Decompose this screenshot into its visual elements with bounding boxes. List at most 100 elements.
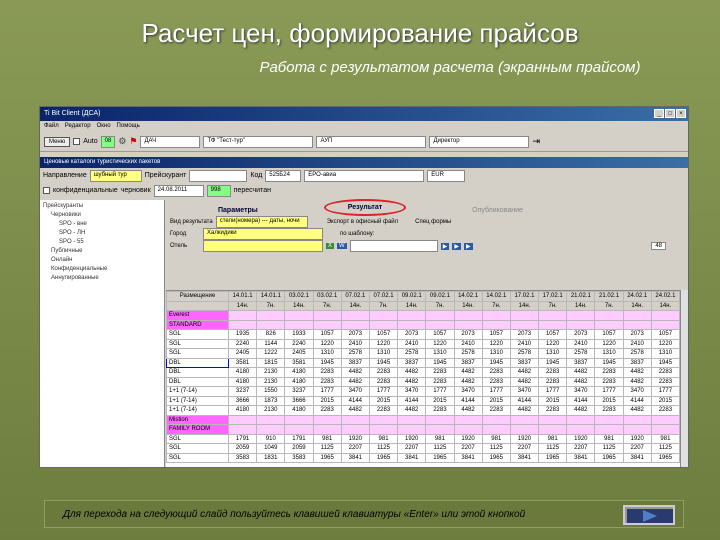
city-field[interactable]: Халкидики xyxy=(203,228,323,240)
table-cell[interactable]: 1144 xyxy=(256,338,286,349)
table-cell[interactable]: 2073 xyxy=(340,329,370,340)
table-cell[interactable]: 2578 xyxy=(566,348,596,359)
currency-field[interactable]: EUR xyxy=(427,169,466,182)
table-cell[interactable]: 3841 xyxy=(340,452,370,463)
table-cell[interactable]: 2283 xyxy=(425,376,455,387)
table-cell[interactable] xyxy=(566,310,596,321)
table-cell[interactable] xyxy=(425,414,455,425)
table-cell[interactable]: 1777 xyxy=(425,386,455,397)
table-cell[interactable]: 1945 xyxy=(425,357,455,368)
column-header-date[interactable]: 14.01.1 xyxy=(227,291,258,302)
table-cell[interactable]: 1945 xyxy=(481,357,511,368)
table-cell[interactable]: 1057 xyxy=(650,329,680,340)
section-row[interactable]: Everest xyxy=(166,310,680,321)
table-cell[interactable]: 4482 xyxy=(509,367,540,378)
table-cell[interactable]: 2405 xyxy=(227,348,258,359)
table-cell[interactable]: 1777 xyxy=(481,386,511,397)
table-cell[interactable]: 2073 xyxy=(509,329,540,340)
table-row[interactable]: SGL 1791 910 1791 981 1920 981 1920 981 1920 981 19… xyxy=(166,433,680,444)
table-cell[interactable] xyxy=(509,310,540,321)
table-row[interactable]: DBL 4180 2130 4180 2283 4482 2283 4482 2283 4482 2… xyxy=(166,367,680,378)
table-cell[interactable] xyxy=(312,310,342,321)
table-cell[interactable]: 2410 xyxy=(340,338,370,349)
table-cell[interactable] xyxy=(368,310,399,321)
table-cell[interactable]: 4482 xyxy=(622,376,652,387)
table-cell[interactable]: 4482 xyxy=(340,367,370,378)
table-cell[interactable]: 1125 xyxy=(481,443,511,454)
table-cell[interactable] xyxy=(650,424,680,435)
table-cell[interactable]: 3583 xyxy=(284,452,314,463)
table-row[interactable]: SGL 2405 1222 2405 1310 2578 1310 2578 1310 2578 1… xyxy=(166,348,680,359)
table-cell[interactable]: 2283 xyxy=(368,405,399,416)
section-row[interactable]: STANDARD xyxy=(166,319,680,330)
column-header-date[interactable]: 14.02.1 xyxy=(481,291,511,302)
table-cell[interactable]: 2130 xyxy=(256,405,286,416)
table-cell[interactable]: 1945 xyxy=(312,357,342,368)
table-cell[interactable]: 4180 xyxy=(227,367,258,378)
price-field[interactable] xyxy=(189,169,248,182)
column-header-date[interactable]: 21.02.1 xyxy=(594,291,624,302)
table-cell[interactable] xyxy=(227,310,258,321)
table-cell[interactable] xyxy=(312,414,342,425)
gear-icon[interactable]: ⚙ xyxy=(118,136,126,147)
table-cell[interactable]: 2410 xyxy=(509,338,540,349)
table-cell[interactable]: 2578 xyxy=(397,348,427,359)
table-cell[interactable]: 4482 xyxy=(622,367,652,378)
table-cell[interactable]: 4144 xyxy=(622,395,652,406)
table-cell[interactable] xyxy=(453,319,483,330)
table-cell[interactable]: 1310 xyxy=(538,348,568,359)
table-cell[interactable]: 1310 xyxy=(594,348,624,359)
column-header-date[interactable]: 21.02.1 xyxy=(566,291,596,302)
table-cell[interactable]: 1125 xyxy=(425,443,455,454)
table-cell[interactable] xyxy=(397,310,427,321)
tab-parameters[interactable]: Параметры xyxy=(202,205,274,216)
column-header-date[interactable]: 14.02.1 xyxy=(453,291,483,302)
table-cell[interactable]: 2283 xyxy=(481,376,511,387)
table-cell[interactable]: 2578 xyxy=(622,348,652,359)
table-cell[interactable]: 2283 xyxy=(650,367,680,378)
table-cell[interactable]: 2283 xyxy=(538,376,568,387)
table-cell[interactable]: 1057 xyxy=(538,329,568,340)
table-cell[interactable]: 1125 xyxy=(368,443,399,454)
table-cell[interactable]: 2283 xyxy=(594,376,624,387)
table-cell[interactable] xyxy=(481,310,511,321)
table-cell[interactable]: 2073 xyxy=(622,329,652,340)
table-cell[interactable]: 2207 xyxy=(340,443,370,454)
table-cell[interactable]: 2015 xyxy=(481,395,511,406)
table-cell[interactable]: 3666 xyxy=(284,395,314,406)
table-cell[interactable] xyxy=(594,319,624,330)
table-cell[interactable]: 2283 xyxy=(425,367,455,378)
table-cell[interactable]: 4144 xyxy=(397,395,427,406)
table-cell[interactable]: 2207 xyxy=(566,443,596,454)
table-cell[interactable]: 3583 xyxy=(227,452,258,463)
table-cell[interactable]: 2015 xyxy=(368,395,399,406)
table-cell[interactable]: 4482 xyxy=(566,376,596,387)
menu-file[interactable]: Файл xyxy=(44,123,59,130)
table-cell[interactable]: 1057 xyxy=(594,329,624,340)
table-cell[interactable]: 2578 xyxy=(340,348,370,359)
table-cell[interactable]: 2015 xyxy=(425,395,455,406)
table-cell[interactable] xyxy=(284,310,314,321)
table-cell[interactable]: 4180 xyxy=(227,376,258,387)
table-cell[interactable]: 1125 xyxy=(650,443,680,454)
table-cell[interactable]: 2283 xyxy=(594,405,624,416)
table-cell[interactable] xyxy=(284,424,314,435)
column-header-date[interactable]: 17.02.1 xyxy=(538,291,568,302)
table-cell[interactable]: 1935 xyxy=(227,329,258,340)
table-cell[interactable]: 4482 xyxy=(397,405,427,416)
table-cell[interactable]: 2015 xyxy=(594,395,624,406)
table-cell[interactable] xyxy=(340,310,370,321)
table-cell[interactable]: 3237 xyxy=(284,386,314,397)
table-cell[interactable]: 1945 xyxy=(538,357,568,368)
table-cell[interactable]: 1125 xyxy=(538,443,568,454)
table-cell[interactable] xyxy=(284,414,314,425)
table-cell[interactable] xyxy=(256,424,286,435)
table-cell[interactable]: 1791 xyxy=(227,433,258,444)
tab-publish[interactable]: Опубликование xyxy=(456,205,539,216)
table-cell[interactable]: 1220 xyxy=(650,338,680,349)
table-cell[interactable] xyxy=(397,414,427,425)
table-cell[interactable]: 1222 xyxy=(256,348,286,359)
table-cell[interactable]: 1220 xyxy=(425,338,455,349)
org-field[interactable]: ДАЧ xyxy=(140,135,201,148)
table-cell[interactable]: 1220 xyxy=(538,338,568,349)
